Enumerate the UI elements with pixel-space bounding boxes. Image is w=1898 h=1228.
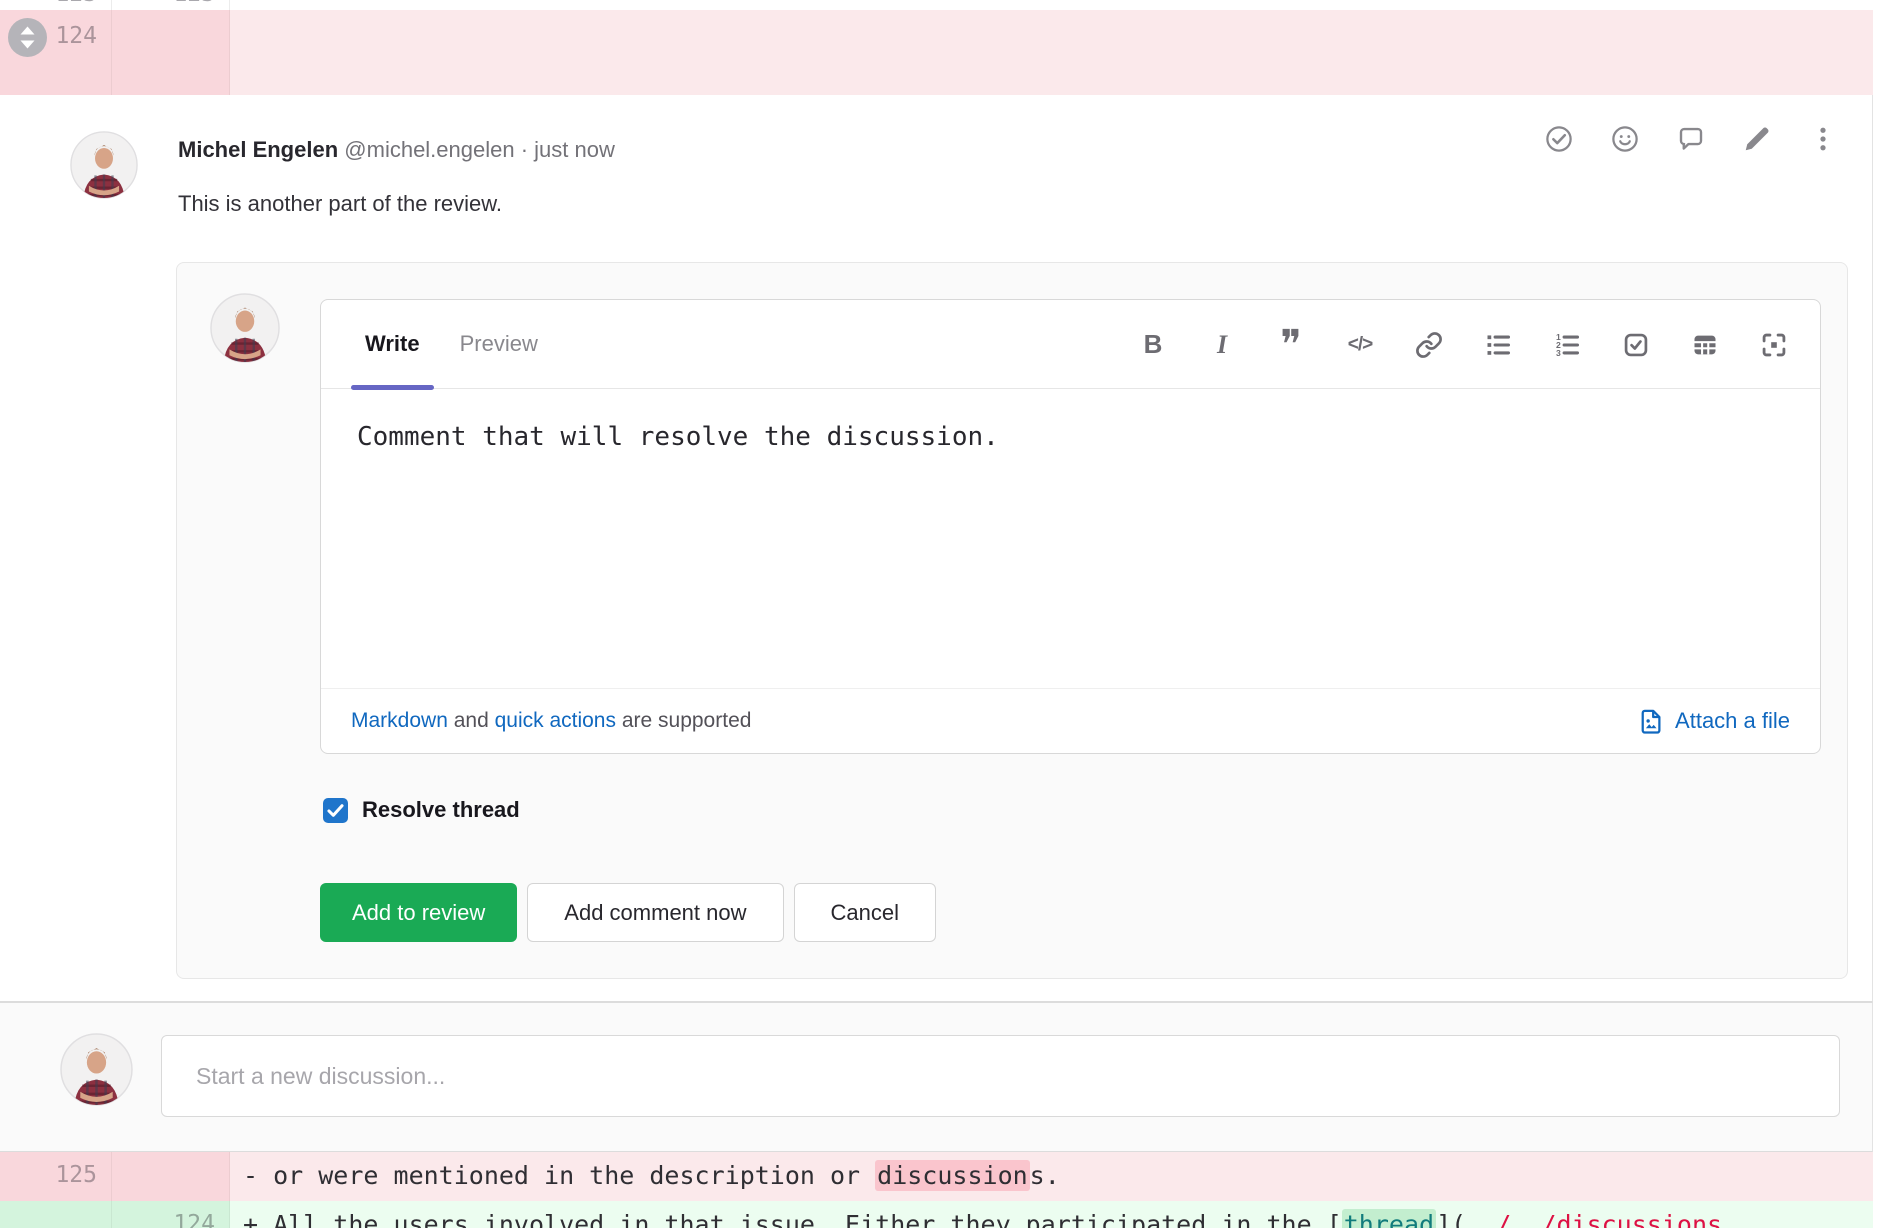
bold-glyph: B bbox=[1144, 329, 1163, 360]
emoji-icon[interactable] bbox=[1610, 124, 1640, 154]
author-handle[interactable]: @michel.engelen bbox=[344, 137, 514, 162]
bullet-list-icon[interactable] bbox=[1478, 325, 1518, 365]
merge-request-diff-page: 123 123 124 - All the users involved in … bbox=[0, 0, 1898, 1228]
new-line-number[interactable] bbox=[112, 1152, 230, 1201]
diff-code-line: - All the users involved in that issue. … bbox=[230, 10, 1873, 95]
table-icon[interactable] bbox=[1685, 325, 1725, 365]
new-discussion-section bbox=[0, 1002, 1873, 1152]
avatar[interactable] bbox=[70, 131, 138, 199]
attach-file-label: Attach a file bbox=[1675, 708, 1790, 734]
discussion-thread: Michel Engelen @michel.engelen · just no… bbox=[0, 95, 1873, 1002]
avatar[interactable] bbox=[60, 1033, 133, 1106]
resolve-thread-checkbox[interactable] bbox=[323, 798, 348, 823]
diff-code-line: + All the users involved in that issue. … bbox=[230, 1201, 1873, 1228]
removed-word-highlight: discussion bbox=[875, 1160, 1030, 1191]
new-line-number[interactable] bbox=[112, 10, 230, 95]
italic-icon[interactable]: I bbox=[1202, 325, 1242, 365]
author-name[interactable]: Michel Engelen bbox=[178, 137, 338, 162]
editor-footer: Markdown and quick actions are supported… bbox=[321, 688, 1820, 753]
editor-toolbar: B I ❞ </> 123 bbox=[1133, 300, 1794, 389]
collapse-lines-icon[interactable] bbox=[8, 18, 47, 57]
old-line-number[interactable]: 125 bbox=[0, 1152, 112, 1201]
quote-glyph: ❞ bbox=[1280, 335, 1302, 355]
diff-context-row: 123 123 bbox=[0, 0, 1873, 10]
attach-file-icon bbox=[1638, 708, 1665, 735]
old-line-number[interactable]: 123 bbox=[0, 0, 112, 10]
comment-icon[interactable] bbox=[1676, 124, 1706, 154]
quote-icon[interactable]: ❞ bbox=[1271, 325, 1311, 365]
note-actions bbox=[1544, 124, 1838, 154]
link-icon[interactable] bbox=[1409, 325, 1449, 365]
resolve-thread-icon[interactable] bbox=[1544, 124, 1574, 154]
new-line-number[interactable]: 124 bbox=[112, 1201, 230, 1228]
svg-text:3: 3 bbox=[1556, 347, 1561, 357]
diff-removed-row: 124 - All the users involved in that iss… bbox=[0, 10, 1873, 95]
editor-header: Write Preview B I ❞ </> bbox=[321, 300, 1820, 389]
resolve-thread-row: Resolve thread bbox=[323, 797, 520, 823]
code-text: + All the users involved in that issue. … bbox=[243, 1210, 1342, 1228]
more-options-icon[interactable] bbox=[1808, 124, 1838, 154]
old-line-number[interactable] bbox=[0, 1201, 112, 1228]
markdown-editor: Write Preview B I ❞ </> bbox=[320, 299, 1821, 754]
note-header: Michel Engelen @michel.engelen · just no… bbox=[178, 137, 615, 163]
code-text: s. bbox=[1030, 1161, 1060, 1190]
tab-write[interactable]: Write bbox=[351, 300, 434, 389]
bold-icon[interactable]: B bbox=[1133, 325, 1173, 365]
hint-text: and bbox=[448, 709, 495, 732]
code-text: ]( bbox=[1436, 1210, 1466, 1228]
note-body: This is another part of the review. bbox=[178, 191, 502, 217]
new-discussion-input[interactable] bbox=[161, 1035, 1840, 1117]
quick-actions-link[interactable]: quick actions bbox=[495, 709, 616, 732]
diff-removed-row: 125 - or were mentioned in the descripti… bbox=[0, 1152, 1873, 1201]
code-icon[interactable]: </> bbox=[1340, 325, 1380, 365]
task-list-icon[interactable] bbox=[1616, 325, 1656, 365]
resolve-thread-label[interactable]: Resolve thread bbox=[362, 797, 520, 823]
reply-form: Write Preview B I ❞ </> bbox=[176, 262, 1848, 979]
new-line-number[interactable]: 123 bbox=[112, 0, 230, 10]
added-word-highlight: thread bbox=[1342, 1209, 1436, 1228]
code-text: - or were mentioned in the description o… bbox=[243, 1161, 875, 1190]
note-timestamp[interactable]: · just now bbox=[515, 137, 615, 162]
cancel-button[interactable]: Cancel bbox=[794, 883, 936, 942]
numbered-list-icon[interactable]: 123 bbox=[1547, 325, 1587, 365]
add-to-review-button[interactable]: Add to review bbox=[320, 883, 517, 942]
add-comment-now-button[interactable]: Add comment now bbox=[527, 883, 783, 942]
diff-added-row: 124 + All the users involved in that iss… bbox=[0, 1201, 1873, 1228]
hint-text: are supported bbox=[616, 709, 751, 732]
tab-preview[interactable]: Preview bbox=[446, 300, 552, 389]
comment-textarea[interactable]: Comment that will resolve the discussion… bbox=[321, 390, 1820, 688]
code-url: ../../discussions bbox=[1466, 1210, 1722, 1228]
diff-code-line: - or were mentioned in the description o… bbox=[230, 1152, 1873, 1201]
avatar[interactable] bbox=[210, 293, 280, 363]
form-buttons: Add to review Add comment now Cancel bbox=[320, 883, 936, 942]
markdown-link[interactable]: Markdown bbox=[351, 709, 448, 732]
edit-icon[interactable] bbox=[1742, 124, 1772, 154]
markdown-hint: Markdown and quick actions are supported bbox=[351, 709, 751, 733]
diff-code-line bbox=[230, 0, 1873, 10]
code-glyph: </> bbox=[1348, 334, 1372, 356]
attach-file-button[interactable]: Attach a file bbox=[1638, 708, 1790, 735]
italic-glyph: I bbox=[1217, 330, 1227, 360]
fullscreen-icon[interactable] bbox=[1754, 325, 1794, 365]
